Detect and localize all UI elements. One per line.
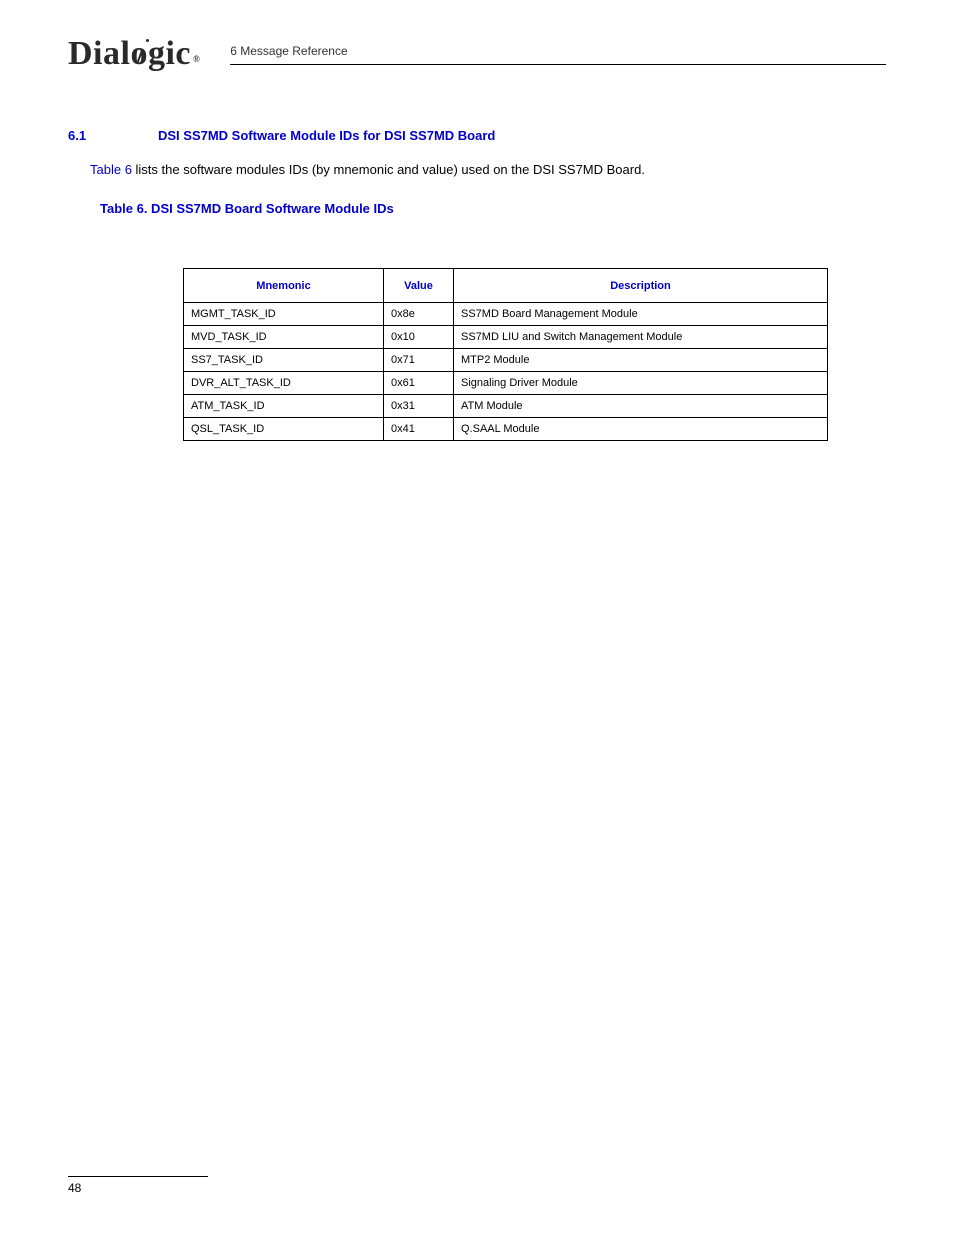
col-header-description: Description: [454, 269, 828, 303]
logo-registered: ®: [193, 54, 200, 64]
module-ids-table: Mnemonic Value Description MGMT_TASK_ID …: [183, 268, 828, 441]
cell-mnemonic: SS7_TASK_ID: [184, 349, 384, 372]
cell-value: 0x71: [384, 349, 454, 372]
section-heading: 6.1 DSI SS7MD Software Module IDs for DS…: [68, 128, 886, 143]
section-number: 6.1: [68, 128, 158, 143]
cell-description: Signaling Driver Module: [454, 372, 828, 395]
table-row: QSL_TASK_ID 0x41 Q.SAAL Module: [184, 418, 828, 441]
table-reference-link[interactable]: Table 6: [90, 162, 132, 177]
cell-mnemonic: DVR_ALT_TASK_ID: [184, 372, 384, 395]
cell-description: ATM Module: [454, 395, 828, 418]
col-header-mnemonic: Mnemonic: [184, 269, 384, 303]
cell-value: 0x41: [384, 418, 454, 441]
cell-value: 0x31: [384, 395, 454, 418]
cell-mnemonic: QSL_TASK_ID: [184, 418, 384, 441]
chapter-title: 6 Message Reference: [230, 44, 886, 64]
cell-mnemonic: ATM_TASK_ID: [184, 395, 384, 418]
table-row: MGMT_TASK_ID 0x8e SS7MD Board Management…: [184, 303, 828, 326]
table-header-row: Mnemonic Value Description: [184, 269, 828, 303]
section-title: DSI SS7MD Software Module IDs for DSI SS…: [158, 128, 495, 143]
paragraph-text: lists the software modules IDs (by mnemo…: [132, 162, 645, 177]
page-content: 6.1 DSI SS7MD Software Module IDs for DS…: [68, 128, 886, 441]
logo-text-o: o: [130, 35, 148, 73]
table-caption: Table 6. DSI SS7MD Board Software Module…: [100, 201, 886, 216]
logo: Dialogic®: [68, 35, 200, 73]
logo-text-pre: Dial: [68, 35, 130, 73]
table-row: ATM_TASK_ID 0x31 ATM Module: [184, 395, 828, 418]
footer-rule: [68, 1176, 208, 1177]
cell-description: SS7MD Board Management Module: [454, 303, 828, 326]
page-header: Dialogic® 6 Message Reference: [68, 35, 886, 73]
intro-paragraph: Table 6 lists the software modules IDs (…: [90, 161, 886, 179]
table-row: MVD_TASK_ID 0x10 SS7MD LIU and Switch Ma…: [184, 326, 828, 349]
col-header-value: Value: [384, 269, 454, 303]
cell-mnemonic: MGMT_TASK_ID: [184, 303, 384, 326]
cell-description: SS7MD LIU and Switch Management Module: [454, 326, 828, 349]
header-rule: [230, 64, 886, 65]
header-right: 6 Message Reference: [230, 44, 886, 65]
cell-description: MTP2 Module: [454, 349, 828, 372]
logo-text-post: gic: [148, 35, 191, 73]
cell-value: 0x61: [384, 372, 454, 395]
page-number: 48: [68, 1181, 886, 1195]
cell-value: 0x10: [384, 326, 454, 349]
table-row: DVR_ALT_TASK_ID 0x61 Signaling Driver Mo…: [184, 372, 828, 395]
page-footer: 48: [68, 1176, 886, 1195]
cell-value: 0x8e: [384, 303, 454, 326]
table-row: SS7_TASK_ID 0x71 MTP2 Module: [184, 349, 828, 372]
cell-mnemonic: MVD_TASK_ID: [184, 326, 384, 349]
cell-description: Q.SAAL Module: [454, 418, 828, 441]
